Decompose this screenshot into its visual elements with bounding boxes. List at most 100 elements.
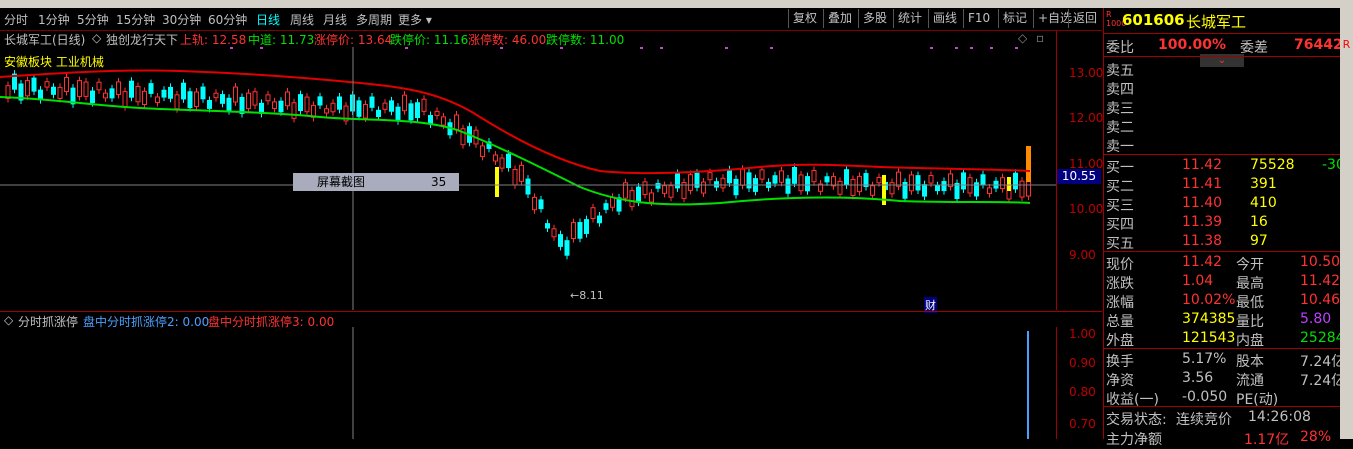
stats-button[interactable]: 统计 bbox=[893, 9, 926, 28]
ask-row[interactable]: 卖四 bbox=[1104, 79, 1341, 98]
ask-row[interactable]: 卖五 bbox=[1104, 60, 1341, 79]
lower-indicator-bar: ◇ 分时抓涨停 盘中分时抓涨停2: 0.00 盘中分时抓涨停3: 0.00 bbox=[0, 311, 1102, 329]
ask-row[interactable]: 卖一 bbox=[1104, 136, 1341, 155]
limitup-count-value: 涨停数: 46.00 bbox=[468, 33, 547, 47]
tab-weekly[interactable]: 周线 bbox=[290, 11, 314, 28]
stat-value: 5.80 bbox=[1300, 311, 1332, 327]
tab-1min[interactable]: 1分钟 bbox=[38, 11, 70, 28]
low-price-value: 8.11 bbox=[579, 289, 604, 302]
middle-band-value: 中道: 11.73 bbox=[248, 33, 315, 47]
tab-more[interactable]: 更多 ▾ bbox=[398, 11, 432, 28]
candle bbox=[844, 169, 849, 186]
tab-5min[interactable]: 5分钟 bbox=[77, 11, 109, 28]
bid-price: 11.39 bbox=[1182, 214, 1223, 230]
bid-row[interactable]: 买三 11.40 410 bbox=[1104, 195, 1341, 214]
candle bbox=[590, 207, 596, 219]
ask-row[interactable]: 卖三 bbox=[1104, 98, 1341, 117]
stat-row: 涨幅 10.02% 最低 10.46 bbox=[1104, 292, 1341, 311]
chevron-down-icon: ▾ bbox=[425, 13, 432, 27]
side-strip[interactable]: R bbox=[1340, 8, 1353, 439]
tooltip-value: 35 bbox=[431, 175, 447, 189]
tab-daily[interactable]: 日线 bbox=[256, 11, 280, 28]
bid-row[interactable]: 买五 11.38 97 bbox=[1104, 233, 1341, 252]
upper-band-value: 上轨: 12.58 bbox=[180, 33, 247, 47]
trade-status-row: 交易状态: 连续竞价 14:26:08 bbox=[1104, 409, 1341, 428]
fuquan-button[interactable]: 复权 bbox=[788, 9, 821, 28]
candle bbox=[662, 185, 667, 194]
ask-row[interactable]: 卖二 bbox=[1104, 117, 1341, 136]
kline-chart[interactable] bbox=[0, 47, 1056, 310]
candle bbox=[415, 102, 420, 119]
bid-row[interactable]: 买一 11.42 75528 -30 bbox=[1104, 157, 1345, 176]
stat-value: 7.24亿 bbox=[1300, 354, 1346, 370]
indicator-name[interactable]: 独创龙行天下 bbox=[106, 31, 178, 48]
stat-label: 总量 bbox=[1106, 314, 1134, 330]
candle bbox=[792, 166, 797, 184]
bid-row[interactable]: 买二 11.41 391 bbox=[1104, 176, 1341, 195]
weicha-label: 委差 bbox=[1240, 40, 1268, 56]
candle bbox=[675, 172, 680, 189]
candle bbox=[77, 80, 82, 97]
candle bbox=[714, 181, 719, 188]
stat-value: -0.050 bbox=[1182, 389, 1228, 405]
candle bbox=[954, 182, 960, 200]
stat-value: 10.50 bbox=[1300, 254, 1341, 270]
side-r-label: R bbox=[1342, 38, 1351, 51]
candle bbox=[870, 185, 875, 196]
candle bbox=[402, 94, 407, 112]
indicator-menu-icon[interactable]: ◇ bbox=[92, 31, 101, 45]
stat-value: 374385 bbox=[1182, 311, 1236, 327]
candle bbox=[57, 86, 63, 99]
tab-more-label: 更多 bbox=[398, 13, 423, 27]
candle bbox=[161, 89, 167, 98]
diamond-icon[interactable]: ◇ bbox=[1018, 31, 1027, 45]
candle bbox=[720, 177, 726, 189]
limitdown-price-value: 跌停价: 11.16 bbox=[390, 33, 469, 47]
candle bbox=[941, 181, 947, 192]
stat-value: 1.04 bbox=[1182, 273, 1214, 289]
stat-value: 5.17% bbox=[1182, 351, 1227, 367]
candle bbox=[558, 234, 563, 247]
tab-60min[interactable]: 60分钟 bbox=[208, 11, 247, 28]
stat-label: 现价 bbox=[1106, 257, 1134, 273]
tab-monthly[interactable]: 月线 bbox=[323, 11, 347, 28]
stat-label: 今开 bbox=[1236, 257, 1264, 273]
candle bbox=[64, 76, 69, 93]
candle bbox=[1026, 181, 1031, 197]
low-price-label: ←8.11 bbox=[570, 289, 604, 302]
candle bbox=[805, 176, 810, 192]
candle bbox=[707, 172, 713, 181]
overlay-button[interactable]: 叠加 bbox=[823, 9, 856, 28]
candle bbox=[779, 170, 784, 183]
candle bbox=[44, 81, 50, 88]
multi-stock-button[interactable]: 多股 bbox=[858, 9, 891, 28]
candle bbox=[668, 185, 674, 198]
tab-30min[interactable]: 30分钟 bbox=[162, 11, 201, 28]
draw-line-button[interactable]: 画线 bbox=[928, 9, 961, 28]
lower-indicator-icon[interactable]: ◇ bbox=[4, 313, 13, 327]
settings-square-icon[interactable]: ▫ bbox=[1036, 31, 1044, 45]
mark-button[interactable]: 标记 bbox=[998, 9, 1031, 28]
candle bbox=[213, 92, 219, 99]
candle bbox=[278, 100, 284, 113]
bid-price: 11.40 bbox=[1182, 195, 1223, 211]
candle bbox=[434, 110, 440, 116]
lower-indicator-chart[interactable] bbox=[0, 327, 1056, 439]
bid-row[interactable]: 买四 11.39 16 bbox=[1104, 214, 1341, 233]
status-time: 14:26:08 bbox=[1248, 409, 1311, 425]
candle bbox=[512, 168, 518, 186]
f10-button[interactable]: F10 bbox=[963, 9, 994, 28]
stat-label: 净资 bbox=[1106, 373, 1134, 389]
candle bbox=[376, 109, 381, 117]
stat-value: 10.02% bbox=[1182, 292, 1236, 308]
candle bbox=[187, 91, 193, 109]
candle bbox=[135, 85, 141, 103]
ask-label: 卖一 bbox=[1106, 139, 1134, 155]
status-value: 连续竞价 bbox=[1176, 412, 1232, 428]
back-button[interactable]: 返回 bbox=[1068, 9, 1101, 28]
tab-fenshi[interactable]: 分时 bbox=[4, 11, 28, 28]
bid-volume: 16 bbox=[1250, 214, 1268, 230]
candle bbox=[922, 184, 927, 197]
tab-multi-period[interactable]: 多周期 bbox=[356, 11, 392, 28]
tab-15min[interactable]: 15分钟 bbox=[116, 11, 155, 28]
